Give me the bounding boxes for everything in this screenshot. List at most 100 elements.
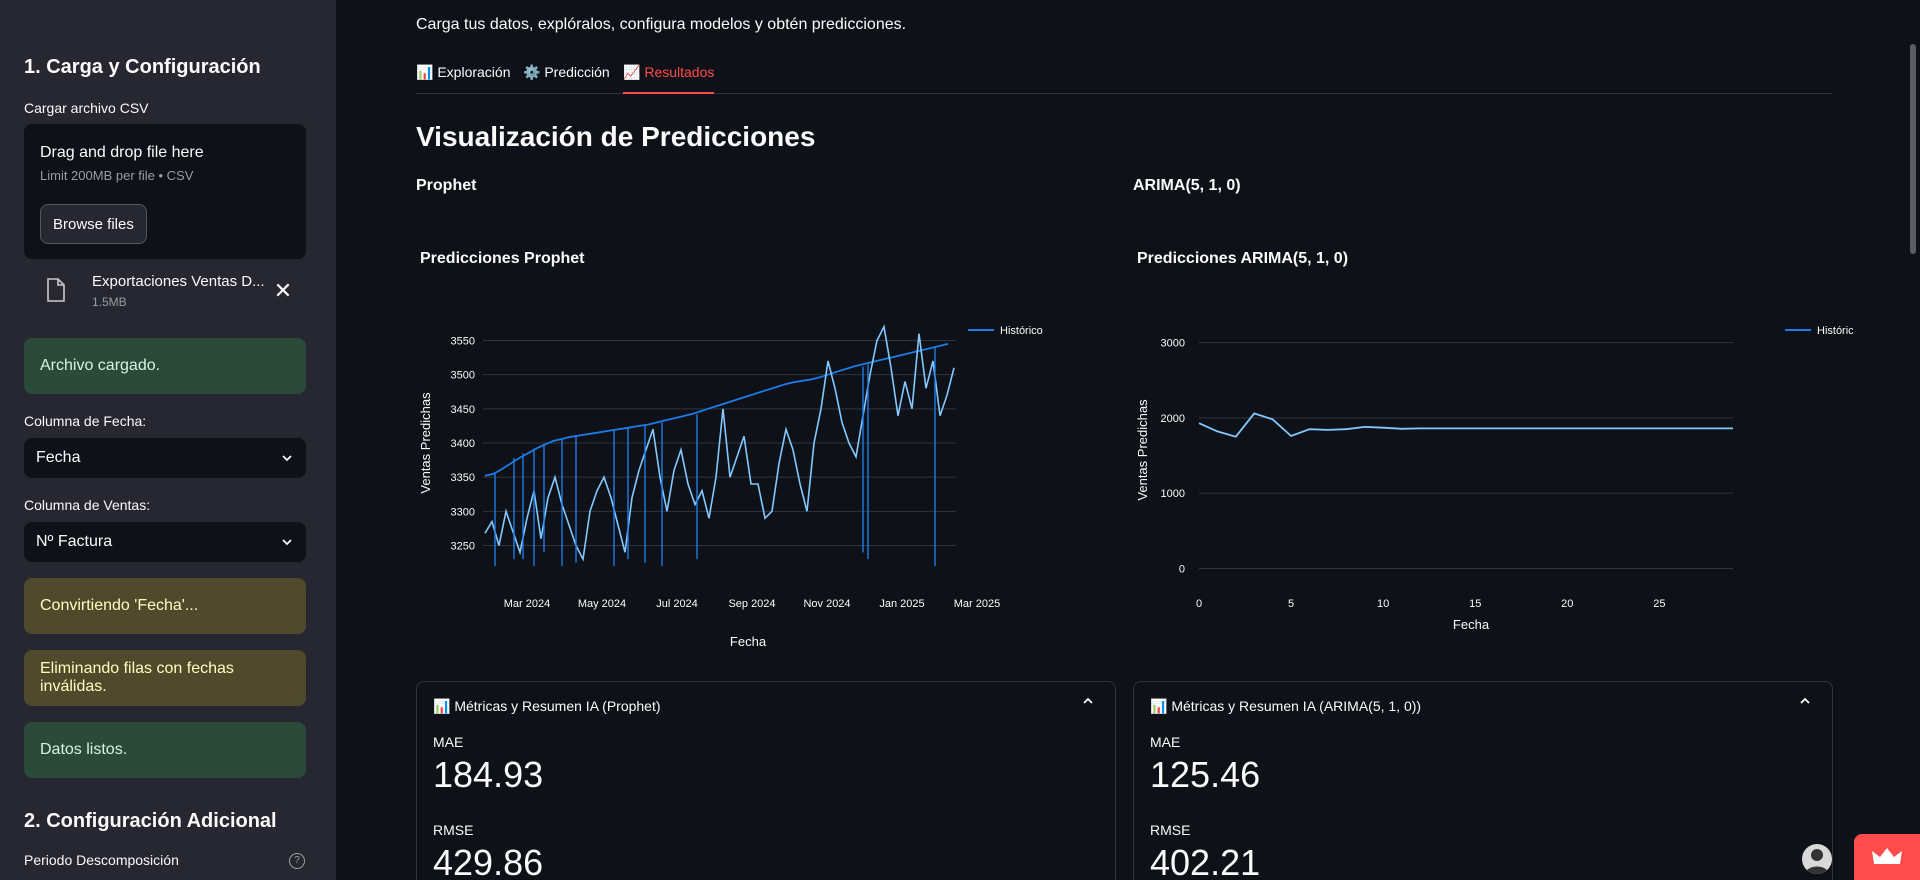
prophet-chart-title: Predicciones Prophet: [420, 250, 585, 267]
expander-header[interactable]: 📊 Métricas y Resumen IA (Prophet): [433, 698, 661, 715]
file-size: 1.5MB: [92, 295, 127, 309]
rmse-value: 429.86: [433, 842, 544, 880]
tab-bar: 📊 Exploración ⚙️ Predicción 📈 Resultados: [416, 60, 1832, 94]
legend-label: Histórico: [1000, 325, 1043, 337]
date-column-value: Fecha: [36, 449, 81, 466]
scrollbar[interactable]: [1910, 44, 1916, 254]
rmse-label: RMSE: [1150, 822, 1191, 838]
y-tick-label: 3300: [451, 506, 475, 518]
y-axis-label: Ventas Predichas: [418, 392, 433, 494]
y-tick-label: 2000: [1161, 413, 1185, 425]
series-historico-line: [484, 343, 949, 477]
tab-prediccion[interactable]: ⚙️ Predicción: [523, 64, 610, 94]
prophet-column-title: Prophet: [416, 177, 477, 194]
x-axis-label: Fecha: [730, 634, 767, 649]
y-tick-label: 1000: [1161, 488, 1185, 500]
x-axis-label: Fecha: [1453, 617, 1490, 632]
sidebar-section-title: 2. Configuración Adicional: [24, 810, 277, 832]
legend-label: Histórico: [1817, 325, 1853, 337]
crown-icon: [1872, 848, 1902, 864]
expander-title: Métricas y Resumen IA (ARIMA(5, 1, 0)): [1171, 698, 1422, 714]
chart-icon: 📊: [433, 698, 451, 714]
y-tick-label: 0: [1179, 563, 1185, 575]
alert-data-ready: Datos listos.: [24, 722, 306, 778]
expander-header[interactable]: 📊 Métricas y Resumen IA (ARIMA(5, 1, 0)): [1150, 698, 1421, 715]
page-title: Visualización de Predicciones: [416, 121, 816, 152]
date-column-label: Columna de Fecha:: [24, 413, 147, 429]
chevron-down-icon: [282, 455, 292, 462]
x-tick-label: Jan 2025: [879, 598, 924, 610]
rmse-value: 402.21: [1150, 842, 1261, 880]
y-tick-label: 3250: [451, 541, 475, 553]
y-tick-label: 3500: [451, 370, 475, 382]
arima-column-title: ARIMA(5, 1, 0): [1133, 177, 1241, 194]
alert-removing-rows: Eliminando filas con fechas inválidas.: [24, 650, 306, 706]
tab-exploracion[interactable]: 📊 Exploración: [416, 64, 510, 94]
y-tick-label: 3400: [451, 438, 475, 450]
y-tick-label: 3350: [451, 472, 475, 484]
tab-resultados[interactable]: 📈 Resultados: [623, 64, 715, 94]
upload-label: Cargar archivo CSV: [24, 100, 149, 116]
series-historico-line: [1198, 412, 1733, 438]
chevron-down-icon: [282, 539, 292, 546]
dropzone-limit: Limit 200MB per file • CSV: [40, 168, 194, 183]
chart-icon: 📊: [1150, 698, 1168, 714]
alert-file-loaded: Archivo cargado.: [24, 338, 306, 394]
browse-files-button[interactable]: Browse files: [40, 204, 147, 244]
y-tick-label: 3450: [451, 404, 475, 416]
prophet-chart: 3250 3300 3350 3400 3450 3500 3550 Mar 2024 May …: [418, 324, 1043, 649]
rmse-label: RMSE: [433, 822, 474, 838]
period-label: Periodo Descomposición: [24, 852, 179, 868]
trend-icon: 📈: [623, 64, 641, 80]
file-dropzone[interactable]: Drag and drop file here Limit 200MB per …: [24, 124, 306, 259]
x-tick-label: Mar 2025: [954, 598, 1000, 610]
sales-column-select[interactable]: Nº Factura: [24, 522, 306, 562]
arima-chart: 0 1000 2000 3000 0 5 10 15 20 25 Fecha Ventas Predi…: [1135, 325, 1853, 632]
sales-column-value: Nº Factura: [36, 533, 113, 550]
x-tick-label: 10: [1377, 598, 1389, 610]
dropzone-text: Drag and drop file here: [40, 144, 204, 161]
help-icon[interactable]: ?: [289, 853, 305, 869]
file-icon: [47, 278, 65, 302]
sales-column-label: Columna de Ventas:: [24, 497, 151, 513]
gear-icon: ⚙️: [523, 64, 541, 80]
x-tick-label: May 2024: [578, 598, 626, 610]
uploaded-file: Exportaciones Ventas D... 1.5MB ✕: [24, 268, 306, 316]
streamlit-crown-button[interactable]: [1854, 834, 1920, 880]
metrics-expander-arima[interactable]: 📊 Métricas y Resumen IA (ARIMA(5, 1, 0))…: [1133, 681, 1833, 880]
tab-label: Predicción: [544, 64, 610, 80]
tab-label: Resultados: [644, 64, 715, 80]
chevron-up-icon[interactable]: [1081, 694, 1095, 711]
x-tick-label: Sep 2024: [728, 598, 775, 610]
x-tick-label: 20: [1561, 598, 1573, 610]
x-tick-label: 25: [1653, 598, 1665, 610]
x-tick-label: 15: [1469, 598, 1481, 610]
chart-icon: 📊: [416, 64, 434, 80]
tab-label: Exploración: [437, 64, 511, 80]
sidebar-section-title: 1. Carga y Configuración: [24, 56, 261, 78]
x-tick-label: Jul 2024: [656, 598, 698, 610]
file-name: Exportaciones Ventas D...: [92, 273, 265, 290]
chevron-up-icon[interactable]: [1798, 694, 1812, 711]
x-tick-label: Mar 2024: [504, 598, 550, 610]
mae-value: 184.93: [433, 754, 544, 795]
y-tick-label: 3550: [451, 336, 475, 348]
x-tick-label: 5: [1288, 598, 1294, 610]
mae-label: MAE: [1150, 734, 1181, 750]
arima-chart-title: Predicciones ARIMA(5, 1, 0): [1137, 250, 1349, 267]
x-tick-label: Nov 2024: [803, 598, 850, 610]
page-subtitle: Carga tus datos, explóralos, configura m…: [416, 16, 907, 33]
mae-value: 125.46: [1150, 754, 1261, 795]
x-tick-label: 0: [1196, 598, 1202, 610]
date-column-select[interactable]: Fecha: [24, 438, 306, 478]
sidebar: 1. Carga y Configuración Cargar archivo …: [0, 0, 336, 880]
mae-label: MAE: [433, 734, 464, 750]
main-content: Carga tus datos, explóralos, configura m…: [336, 0, 1920, 880]
y-axis-label: Ventas Predichas: [1135, 399, 1150, 501]
metrics-expander-prophet[interactable]: 📊 Métricas y Resumen IA (Prophet) MAE 18…: [416, 681, 1116, 880]
avatar[interactable]: [1802, 844, 1832, 874]
alert-converting-date: Convirtiendo 'Fecha'...: [24, 578, 306, 634]
expander-title: Métricas y Resumen IA (Prophet): [454, 698, 661, 714]
remove-file-icon[interactable]: ✕: [268, 276, 298, 306]
y-tick-label: 3000: [1161, 338, 1185, 350]
